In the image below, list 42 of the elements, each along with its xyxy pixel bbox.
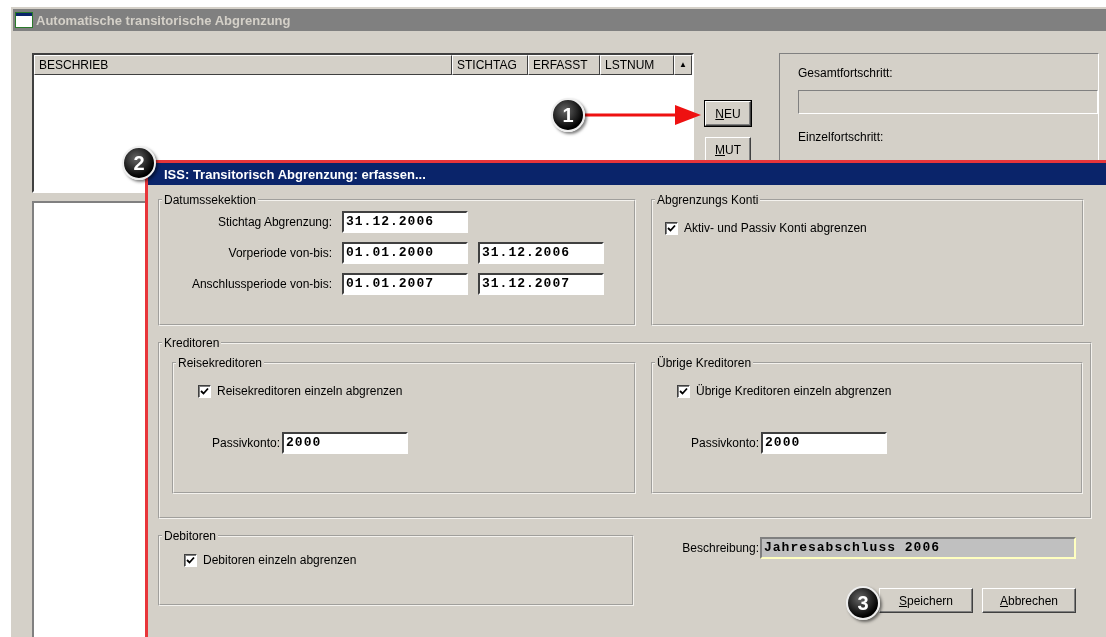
dialog-button[interactable]: Speichern (879, 588, 973, 613)
field-label: Vorperiode von-bis: (227, 246, 332, 260)
checkbox-label: Aktiv- und Passiv Konti abgrenzen (684, 221, 867, 235)
dialog-button[interactable]: Abbrechen (982, 588, 1076, 613)
action-button[interactable]: NEU (705, 101, 751, 126)
group-label: Abgrenzungs Konti (656, 193, 760, 207)
field-label: Passivkonto: (691, 436, 760, 450)
checkbox[interactable] (198, 384, 211, 398)
date-field[interactable]: 01.01.2000 (342, 242, 468, 264)
group-label: Kreditoren (163, 336, 221, 350)
field-label: Stichtag Abgrenzung: (216, 215, 332, 229)
window-title: Automatische transitorische Abgrenzung (36, 12, 291, 28)
group-label: Übrige Kreditoren (656, 356, 753, 370)
checkbox[interactable] (677, 384, 690, 398)
scroll-up-button[interactable]: ▲ (674, 55, 692, 75)
dialog-title: ISS: Transitorisch Abgrenzung: erfassen... (164, 166, 426, 182)
field-label: Anschlussperiode von-bis: (190, 277, 332, 291)
column-header[interactable]: BESCHRIEB (34, 55, 452, 75)
date-field[interactable]: 31.12.2006 (342, 211, 468, 233)
column-header[interactable]: STICHTAG (452, 55, 528, 75)
progress-label: Einzelfortschritt: (798, 130, 885, 146)
checkbox[interactable] (665, 221, 678, 235)
checkbox-label: Übrige Kreditoren einzeln abgrenzen (696, 384, 892, 398)
account-field[interactable]: 2000 (282, 432, 409, 454)
action-button[interactable]: MUT (705, 137, 751, 162)
group-label: Debitoren (163, 529, 218, 543)
field-label: Passivkonto: (212, 436, 281, 450)
window-icon (15, 12, 33, 28)
checkbox-label: Debitoren einzeln abgrenzen (203, 553, 357, 567)
account-field[interactable]: 2000 (761, 432, 888, 454)
description-field[interactable]: Jahresabschluss 2006 (760, 537, 1076, 559)
checkbox[interactable] (184, 553, 197, 567)
group-label: Reisekreditoren (177, 356, 264, 370)
date-field[interactable]: 31.12.2007 (478, 273, 604, 295)
field-label: Beschreibung: (682, 541, 759, 555)
column-header[interactable]: ERFASST (528, 55, 600, 75)
checkbox-label: Reisekreditoren einzeln abgrenzen (217, 384, 403, 398)
date-field[interactable]: 01.01.2007 (342, 273, 468, 295)
progress-label: Gesamtfortschritt: (798, 66, 894, 82)
column-header[interactable]: LSTNUM (600, 55, 674, 75)
date-field[interactable]: 31.12.2006 (478, 242, 604, 264)
group-label: Datumssekektion (163, 193, 258, 207)
